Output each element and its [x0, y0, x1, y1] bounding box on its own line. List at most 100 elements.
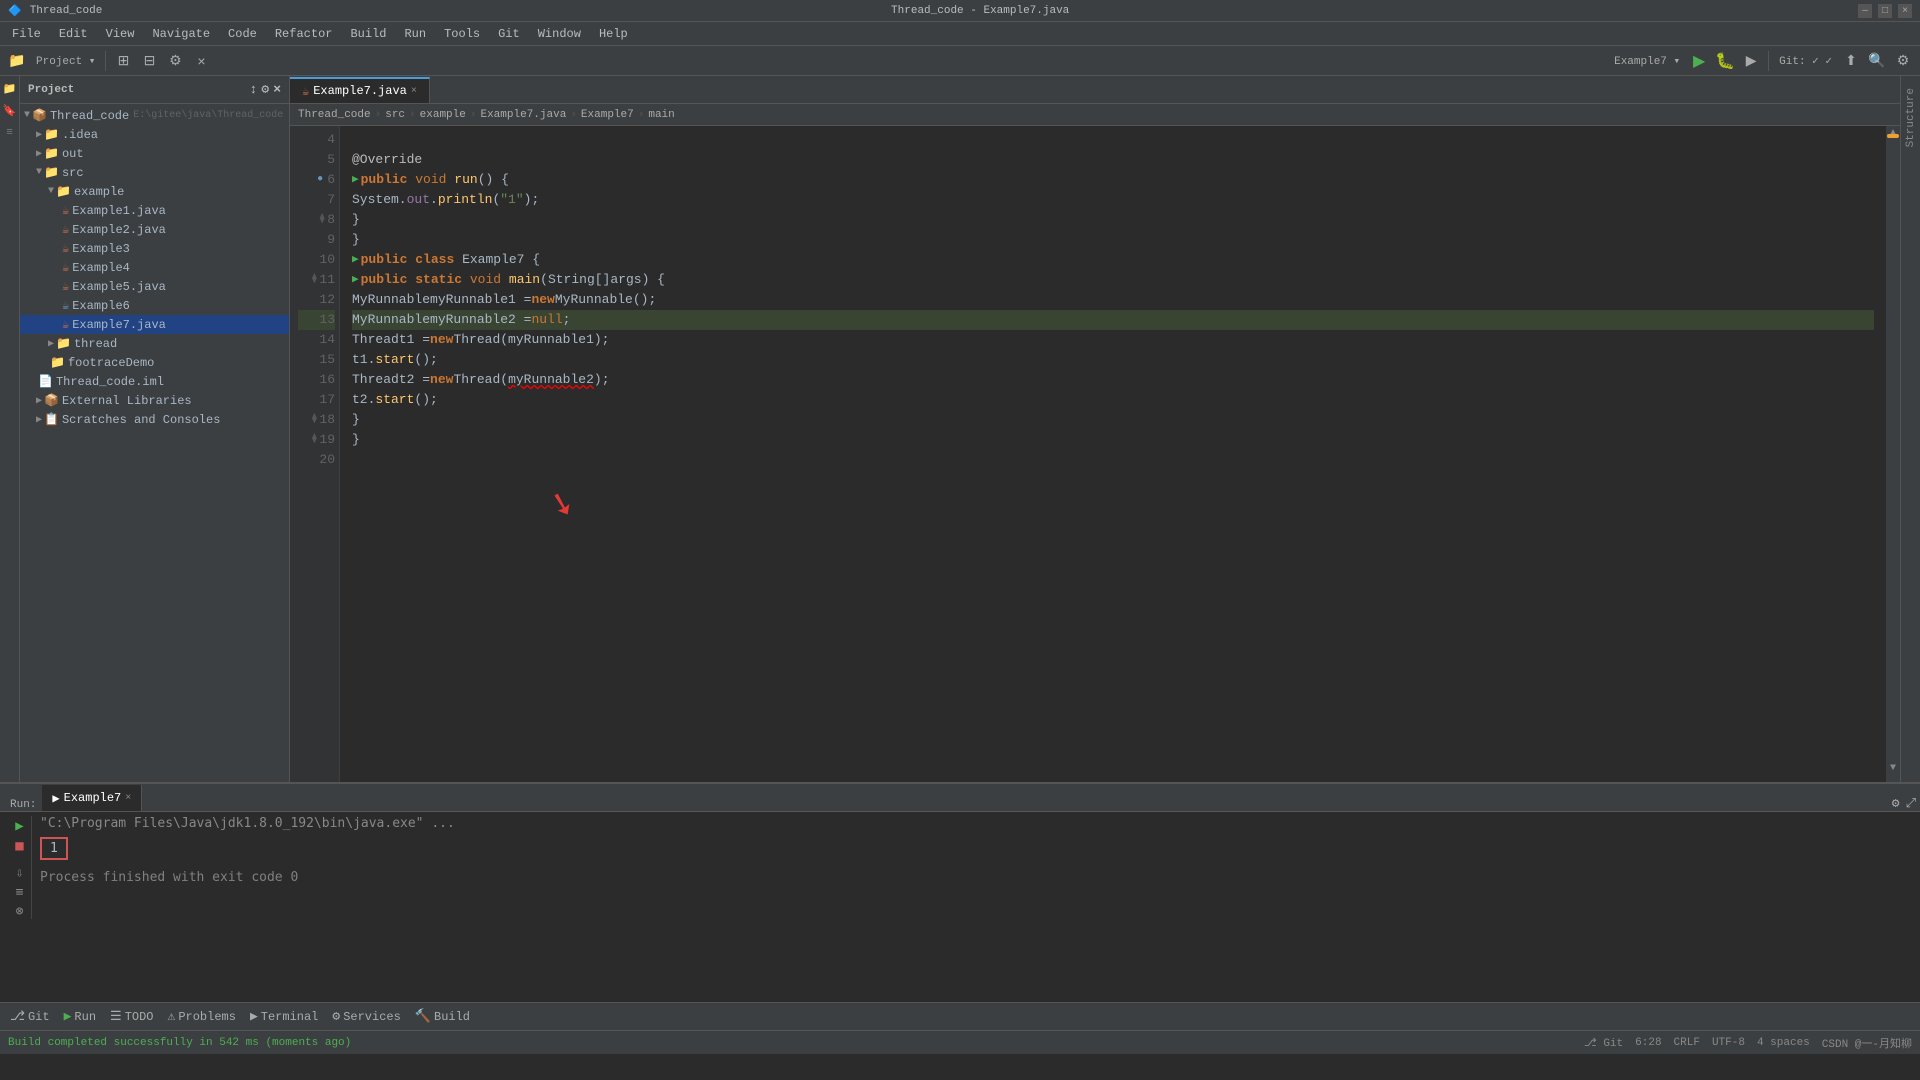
tree-example4[interactable]: ☕ Example4 [20, 258, 289, 277]
debug-button[interactable]: 🐛 [1714, 50, 1736, 72]
menu-run[interactable]: Run [396, 25, 434, 43]
close-button[interactable]: × [1898, 4, 1912, 18]
tree-ext-libs[interactable]: ▶ 📦 External Libraries [20, 391, 289, 410]
console-settings-icon[interactable]: ⚙ [1892, 796, 1900, 811]
tree-example2-label: Example2.java [72, 223, 166, 237]
menu-code[interactable]: Code [220, 25, 265, 43]
tree-root[interactable]: ▼ 📦 Thread_code E:\gitee\java\Thread_cod… [20, 106, 289, 125]
tree-scratches[interactable]: ▶ 📋 Scratches and Consoles [20, 410, 289, 429]
code-line-16: Thread t2 = new Thread (myRunnable2); [352, 370, 1874, 390]
run-button[interactable]: ▶ [1688, 50, 1710, 72]
console-clear-icon[interactable]: ⊗ [16, 904, 24, 919]
menu-git[interactable]: Git [490, 25, 528, 43]
git-button[interactable]: ⬆ [1840, 50, 1862, 72]
search-button[interactable]: 🔍 [1866, 50, 1888, 72]
menu-help[interactable]: Help [591, 25, 636, 43]
tree-thread[interactable]: ▶ 📁 thread [20, 334, 289, 353]
tree-example2[interactable]: ☕ Example2.java [20, 220, 289, 239]
bt-terminal[interactable]: ▶ Terminal [246, 1007, 322, 1026]
bt-git[interactable]: ⎇ Git [6, 1007, 54, 1026]
code-line-20 [352, 450, 1874, 470]
console-tab-close[interactable]: × [125, 793, 131, 804]
tree-src[interactable]: ▼ 📁 src [20, 163, 289, 182]
tree-example7-label: Example7.java [72, 318, 166, 332]
breadcrumb-class[interactable]: Example7 [581, 109, 634, 121]
console-filter-icon[interactable]: ≡ [16, 885, 24, 900]
console-tab-example7[interactable]: ▶ Example7 × [42, 785, 142, 811]
project-button[interactable]: 📁 [6, 50, 28, 72]
menu-view[interactable]: View [98, 25, 143, 43]
tree-example[interactable]: ▼ 📁 example [20, 182, 289, 201]
indent-info[interactable]: 4 spaces [1757, 1037, 1810, 1049]
gear-icon[interactable]: ⚙ [261, 82, 269, 97]
tree-example3[interactable]: ☕ Example3 [20, 239, 289, 258]
tree-example1-label: Example1.java [72, 204, 166, 218]
maximize-button[interactable]: □ [1878, 4, 1892, 18]
menu-window[interactable]: Window [530, 25, 589, 43]
tree-example4-label: Example4 [72, 261, 130, 275]
run-icon-10[interactable]: ▶ [352, 250, 359, 270]
code-line-5: @Override [352, 150, 1874, 170]
bt-services[interactable]: ⚙ Services [328, 1007, 404, 1026]
tab-example7[interactable]: ☕ Example7.java × [290, 77, 430, 103]
line-ending[interactable]: CRLF [1674, 1037, 1700, 1049]
tree-footrace[interactable]: 📁 footraceDemo [20, 353, 289, 372]
cursor-position[interactable]: 6:28 [1635, 1037, 1661, 1049]
code-content[interactable]: @Override ▶ public void run () { System.… [340, 126, 1886, 782]
tab-close-icon[interactable]: × [411, 86, 417, 97]
tree-example6[interactable]: ☕ Example6 [20, 296, 289, 315]
code-line-18: } [352, 410, 1874, 430]
structure-label[interactable]: Structure [1905, 88, 1917, 147]
bt-build[interactable]: 🔨 Build [411, 1007, 474, 1026]
sidebar-structure-icon[interactable]: ≡ [1, 124, 19, 142]
git-branch-status[interactable]: ⎇ Git [1584, 1036, 1623, 1050]
code-line-13: MyRunnable myRunnable2 = null ; [352, 310, 1874, 330]
tree-out[interactable]: ▶ 📁 out [20, 144, 289, 163]
sidebar-bookmark-icon[interactable]: 🔖 [1, 102, 19, 120]
console-scroll-icon[interactable]: ⇩ [16, 866, 24, 881]
run-icon-6[interactable]: ▶ [352, 170, 359, 190]
run-coverage-button[interactable]: ▶ [1740, 50, 1762, 72]
menu-tools[interactable]: Tools [436, 25, 488, 43]
hide-icon[interactable]: × [273, 82, 281, 97]
menu-refactor[interactable]: Refactor [267, 25, 341, 43]
hide-panel-button[interactable]: × [190, 50, 212, 72]
breadcrumb-example[interactable]: example [420, 109, 466, 121]
console-stop-icon[interactable]: ■ [15, 838, 23, 854]
menu-build[interactable]: Build [342, 25, 394, 43]
minimize-button[interactable]: – [1858, 4, 1872, 18]
bt-run[interactable]: ▶ Run [60, 1007, 100, 1026]
menu-navigate[interactable]: Navigate [144, 25, 218, 43]
sep2: › [409, 109, 416, 121]
bt-todo[interactable]: ☰ TODO [106, 1007, 157, 1026]
run-icon-11[interactable]: ▶ [352, 270, 359, 290]
tree-example7[interactable]: ☕ Example7.java [20, 315, 289, 334]
tree-idea[interactable]: ▶ 📁 .idea [20, 125, 289, 144]
menu-file[interactable]: File [4, 25, 49, 43]
breadcrumb-src[interactable]: src [385, 109, 405, 121]
tabs-bar: ☕ Example7.java × [290, 76, 1900, 104]
tree-example1[interactable]: ☕ Example1.java [20, 201, 289, 220]
bt-problems[interactable]: ⚠ Problems [164, 1007, 240, 1026]
console-run-icon[interactable]: ▶ [15, 818, 23, 834]
breadcrumb-file[interactable]: Example7.java [480, 109, 566, 121]
code-editor: 4 5 ●6 7 ⧫8 9 10 ⧫11 12 13 14 15 16 [290, 126, 1900, 782]
settings2-button[interactable]: ⚙ [1892, 50, 1914, 72]
settings-button[interactable]: ⚙ [164, 50, 186, 72]
sort-icon[interactable]: ↕ [250, 82, 258, 97]
toolbar: 📁 Project ▾ ⊞ ⊟ ⚙ × Example7 ▾ ▶ 🐛 ▶ Git… [0, 46, 1920, 76]
breadcrumb-thread-code[interactable]: Thread_code [298, 109, 371, 121]
right-scrollbar[interactable]: ▲ ▼ [1886, 126, 1900, 782]
tree-footrace-label: footraceDemo [68, 356, 154, 370]
console-expand-icon[interactable]: ⤢ [1906, 796, 1916, 811]
menu-edit[interactable]: Edit [51, 25, 96, 43]
sep5: › [638, 109, 645, 121]
collapse-all-button[interactable]: ⊟ [138, 50, 160, 72]
tree-iml[interactable]: 📄 Thread_code.iml [20, 372, 289, 391]
expand-all-button[interactable]: ⊞ [112, 50, 134, 72]
tree-thread-label: thread [74, 337, 117, 351]
file-encoding[interactable]: UTF-8 [1712, 1037, 1745, 1049]
tree-example5[interactable]: ☕ Example5.java [20, 277, 289, 296]
breadcrumb-method[interactable]: main [648, 109, 674, 121]
sidebar-project-icon[interactable]: 📁 [1, 80, 19, 98]
